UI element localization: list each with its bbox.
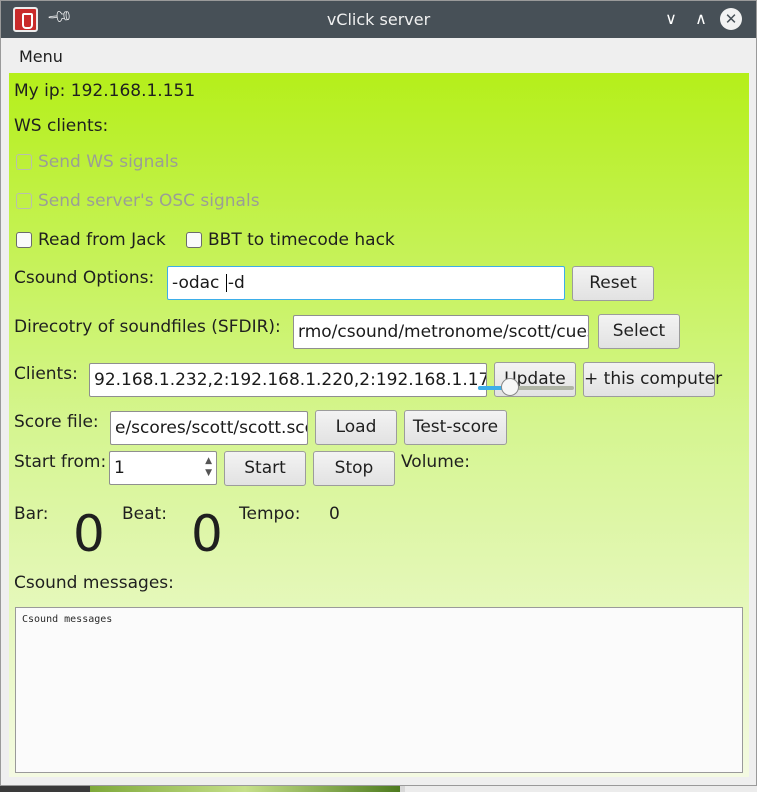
csound-options-value-tail: -d [227,273,245,293]
stop-button[interactable]: Stop [313,451,395,486]
menu-button[interactable]: Menu [19,47,63,66]
csound-options-input[interactable]: -odac -d [167,266,565,300]
csound-messages-textarea[interactable]: Csound messages [15,607,743,773]
text-caret [225,274,227,292]
read-jack-label: Read from Jack [38,230,166,250]
load-button[interactable]: Load [315,410,397,445]
csound-options-label: Csound Options: [14,268,155,288]
tempo-value: 0 [329,504,340,524]
bar-value: 0 [73,505,105,563]
my-ip-label: My ip: 192.168.1.151 [14,81,196,101]
tempo-label: Tempo: [239,504,301,524]
volume-slider-handle[interactable] [501,378,519,396]
clients-label: Clients: [14,364,78,384]
score-file-input[interactable]: e/scores/scott/scott.sco [110,411,308,445]
beat-value: 0 [191,505,223,563]
spin-arrows-icon[interactable]: ▲ ▼ [205,455,212,479]
add-this-computer-button[interactable]: + this computer [583,362,722,397]
vclick-server-window: 📌︎ vClick server ∨ ∧ ✕ Menu My ip: 192.1… [0,0,757,786]
test-score-button[interactable]: Test-score [404,410,507,445]
main-panel: My ip: 192.168.1.151 WS clients: Send WS… [9,73,749,777]
start-button[interactable]: Start [224,451,306,486]
reset-button[interactable]: Reset [572,266,654,301]
start-from-value: 1 [114,458,125,478]
title-bar[interactable]: 📌︎ vClick server ∨ ∧ ✕ [1,1,756,38]
read-jack-checkbox[interactable] [16,232,32,248]
start-from-label: Start from: [14,452,107,472]
select-button[interactable]: Select [598,314,680,349]
send-osc-checkbox[interactable] [16,193,32,209]
score-file-label: Score file: [14,412,99,432]
maximize-icon[interactable]: ∧ [690,8,712,30]
minimize-icon[interactable]: ∨ [660,8,682,30]
csound-messages-label: Csound messages: [14,573,174,593]
close-icon[interactable]: ✕ [720,8,742,30]
csound-options-value: -odac [172,273,225,293]
volume-label: Volume: [401,452,470,472]
beat-label: Beat: [122,504,167,524]
send-osc-label: Send server's OSC signals [38,191,260,211]
bbt-hack-checkbox[interactable] [186,232,202,248]
bbt-hack-label: BBT to timecode hack [208,230,395,250]
start-from-spinbox[interactable]: 1 ▲ ▼ [109,451,217,485]
volume-slider-track[interactable] [478,386,574,390]
sfdir-label: Direcotry of soundfiles (SFDIR): [14,317,281,337]
bar-label: Bar: [14,504,49,524]
send-ws-label: Send WS signals [38,152,179,172]
menu-bar: Menu [1,38,756,72]
ws-clients-label: WS clients: [14,116,109,136]
window-title: vClick server [326,10,431,29]
clients-input[interactable]: 92.168.1.232,2:192.168.1.220,2:192.168.1… [89,363,487,397]
send-ws-checkbox[interactable] [16,154,32,170]
sfdir-input[interactable]: rmo/csound/metronome/scott/cues [293,315,589,349]
